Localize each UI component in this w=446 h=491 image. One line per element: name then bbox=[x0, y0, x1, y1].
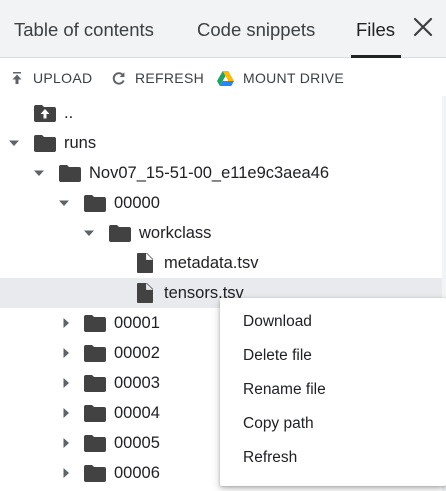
tab-files[interactable]: Files bbox=[356, 19, 395, 41]
caret-right-icon[interactable] bbox=[61, 408, 71, 418]
tree-item-label: Nov07_15-51-00_e11e9c3aea46 bbox=[89, 164, 330, 182]
file-context-menu: Download Delete file Rename file Copy pa… bbox=[220, 298, 446, 486]
caret-down-icon[interactable] bbox=[34, 168, 44, 178]
folder-icon bbox=[84, 195, 106, 212]
tree-item-folder[interactable]: runs bbox=[0, 128, 446, 158]
folder-icon bbox=[84, 435, 106, 452]
tree-item-file[interactable]: metadata.tsv bbox=[0, 248, 446, 278]
google-drive-icon bbox=[217, 70, 234, 86]
folder-icon bbox=[59, 165, 81, 182]
folder-icon bbox=[84, 345, 106, 362]
tab-code-snippets[interactable]: Code snippets bbox=[197, 19, 315, 41]
folder-icon bbox=[84, 465, 106, 482]
close-sidebar-button[interactable] bbox=[408, 12, 438, 42]
caret-down-icon[interactable] bbox=[9, 138, 19, 148]
folder-icon bbox=[109, 225, 131, 242]
caret-right-icon[interactable] bbox=[61, 348, 71, 358]
tree-item-folder[interactable]: workclass bbox=[0, 218, 446, 248]
caret-right-icon[interactable] bbox=[61, 378, 71, 388]
menu-item-copy-path[interactable]: Copy path bbox=[220, 407, 446, 441]
menu-item-refresh[interactable]: Refresh bbox=[220, 441, 446, 475]
menu-item-download[interactable]: Download bbox=[220, 305, 446, 339]
sidebar-tab-bar: Table of contents Code snippets Files bbox=[0, 0, 446, 58]
folder-icon bbox=[34, 135, 56, 152]
tree-item-label: 00002 bbox=[114, 344, 160, 362]
menu-item-delete-file[interactable]: Delete file bbox=[220, 339, 446, 373]
caret-down-icon[interactable] bbox=[59, 198, 69, 208]
tree-item-parent[interactable]: .. bbox=[0, 98, 446, 128]
files-toolbar: UPLOAD REFRESH MOUNT DRIVE bbox=[0, 58, 446, 96]
caret-right-icon[interactable] bbox=[61, 318, 71, 328]
tree-item-label: 00004 bbox=[114, 404, 160, 422]
tree-item-folder[interactable]: Nov07_15-51-00_e11e9c3aea46 bbox=[0, 158, 446, 188]
tree-item-label: 00006 bbox=[114, 464, 160, 482]
folder-icon bbox=[84, 315, 106, 332]
file-icon bbox=[137, 253, 153, 273]
tree-item-label: 00005 bbox=[114, 434, 160, 452]
menu-item-rename-file[interactable]: Rename file bbox=[220, 373, 446, 407]
mount-drive-label: MOUNT DRIVE bbox=[243, 70, 345, 86]
caret-down-icon[interactable] bbox=[84, 228, 94, 238]
folder-icon bbox=[84, 375, 106, 392]
parent-folder-icon bbox=[34, 105, 56, 122]
close-icon bbox=[413, 17, 433, 37]
refresh-label: REFRESH bbox=[135, 70, 204, 86]
tree-item-label: .. bbox=[64, 104, 74, 122]
mount-drive-button[interactable]: MOUNT DRIVE bbox=[217, 69, 344, 87]
folder-icon bbox=[84, 405, 106, 422]
tree-item-label: 00003 bbox=[114, 374, 160, 392]
refresh-button[interactable]: REFRESH bbox=[111, 69, 204, 87]
upload-label: UPLOAD bbox=[33, 70, 93, 86]
tree-item-label: runs bbox=[64, 134, 97, 152]
refresh-icon bbox=[112, 71, 125, 85]
tree-item-folder[interactable]: 00000 bbox=[0, 188, 446, 218]
tree-item-label: 00001 bbox=[114, 314, 160, 332]
tab-table-of-contents[interactable]: Table of contents bbox=[14, 19, 154, 41]
tree-item-label: metadata.tsv bbox=[164, 254, 259, 272]
tree-item-label: 00000 bbox=[114, 194, 160, 212]
file-icon bbox=[137, 283, 153, 303]
upload-button[interactable]: UPLOAD bbox=[10, 69, 92, 87]
upload-icon bbox=[12, 72, 22, 84]
caret-right-icon[interactable] bbox=[61, 438, 71, 448]
caret-right-icon[interactable] bbox=[61, 468, 71, 478]
tree-item-label: workclass bbox=[139, 224, 212, 242]
